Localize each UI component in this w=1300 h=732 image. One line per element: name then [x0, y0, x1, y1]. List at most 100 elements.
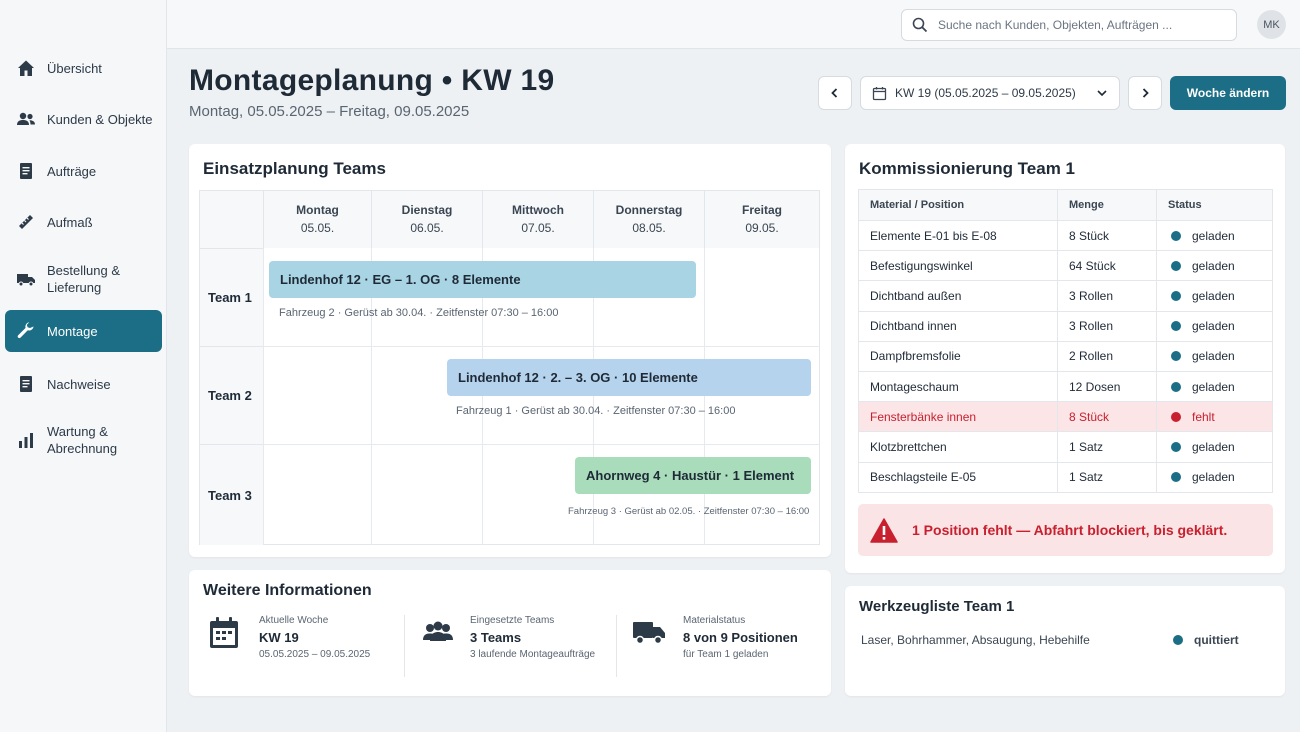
top-bar: MK: [167, 0, 1300, 49]
status-cell: geladen: [1156, 250, 1273, 282]
calendar-icon: [872, 86, 887, 101]
day-date: 06.05.: [410, 221, 444, 235]
material-cell: Dichtband außen: [858, 280, 1058, 312]
table-row[interactable]: Dichtband außen 3 Rollen geladen: [858, 280, 1273, 312]
sidebar-item-label: Montage: [47, 323, 98, 339]
day-date: 05.05.: [300, 221, 335, 235]
assignment-meta: Fahrzeug 1 · Gerüst ab 30.04. · Zeitfens…: [456, 405, 736, 417]
day-header-donnerstag: Donnerstag 08.05.: [593, 191, 704, 248]
status-cell: geladen: [1156, 219, 1273, 252]
next-week-button[interactable]: [1128, 76, 1162, 110]
sidebar-item-nachweise[interactable]: Nachweise: [5, 368, 162, 400]
sidebar-item-bestellung[interactable]: Bestellung & Lieferung: [5, 258, 162, 300]
day-name: Dienstag: [401, 203, 453, 217]
sidebar-item-montage[interactable]: Montage: [5, 310, 162, 352]
status-dot: [1171, 260, 1181, 271]
material-cell: Montageschaum: [858, 370, 1058, 403]
column-header: Status: [1156, 189, 1273, 221]
table-row[interactable]: Elemente E-01 bis E-08 8 Stück geladen: [858, 219, 1273, 252]
status-dot: [1171, 230, 1181, 241]
table-row[interactable]: Dampfbremsfolie 2 Rollen geladen: [858, 340, 1273, 372]
table-row[interactable]: Montageschaum 12 Dosen geladen: [858, 370, 1273, 403]
status-cell: geladen: [1156, 340, 1273, 372]
truck-icon: [631, 615, 667, 651]
quantity-cell: 1 Satz: [1057, 431, 1157, 463]
avatar[interactable]: MK: [1257, 10, 1286, 39]
material-cell: Dichtband innen: [858, 310, 1058, 342]
tools-title: Werkzeugliste Team 1: [859, 598, 1015, 615]
table-header-row: Material / Position Menge Status: [858, 189, 1273, 221]
table-row[interactable]: Beschlagsteile E-05 1 Satz geladen: [858, 461, 1273, 493]
status-text: geladen: [1192, 379, 1235, 394]
material-table: Material / Position Menge Status Element…: [858, 189, 1273, 493]
assignment-bar-team-1[interactable]: Lindenhof 12 · EG – 1. OG · 8 Elemente: [269, 261, 696, 298]
chevron-down-icon: [1095, 86, 1109, 100]
material-cell: Klotzbrettchen: [858, 431, 1058, 463]
sidebar-item-wartung[interactable]: Wartung & Abrechnung: [5, 419, 162, 461]
sidebar-item-auftraege[interactable]: Aufträge: [5, 155, 162, 187]
calendar-icon: [206, 615, 242, 651]
chevron-right-icon: [1139, 87, 1151, 99]
column-header: Material / Position: [858, 189, 1058, 221]
grid-line: [200, 346, 820, 347]
chevron-left-icon: [829, 87, 841, 99]
day-header-mittwoch: Mittwoch 07.05.: [482, 191, 593, 248]
week-select[interactable]: KW 19 (05.05.2025 – 09.05.2025): [860, 76, 1120, 110]
status-cell: geladen: [1156, 280, 1273, 312]
info-detail: 05.05.2025 – 09.05.2025: [259, 649, 371, 660]
schedule-grid: Montag 05.05. Dienstag 06.05. Mittwoch 0…: [199, 190, 820, 545]
material-cell: Beschlagsteile E-05: [858, 461, 1058, 493]
sidebar-item-aufmass[interactable]: Aufmaß: [5, 206, 162, 238]
team-label: Team 1: [200, 248, 263, 346]
week-select-value: KW 19 (05.05.2025 – 09.05.2025): [895, 86, 1076, 100]
grid-line: [200, 444, 820, 445]
search-box[interactable]: [901, 9, 1237, 41]
quantity-cell: 12 Dosen: [1057, 370, 1157, 403]
info-value: 3 Teams: [470, 630, 522, 645]
assignment-meta: Fahrzeug 3 · Gerüst ab 02.05. · Zeitfens…: [568, 506, 810, 517]
info-material-status: Materialstatus 8 von 9 Positionen für Te…: [631, 615, 798, 660]
schedule-title: Einsatzplanung Teams: [203, 159, 386, 178]
material-cell: Befestigungswinkel: [858, 250, 1058, 282]
day-header-montag: Montag 05.05.: [263, 191, 371, 248]
sidebar-item-label: Bestellung & Lieferung: [47, 263, 120, 295]
bar-chart-icon: [15, 429, 37, 451]
document-icon: [15, 160, 37, 182]
info-title: Weitere Informationen: [203, 582, 372, 599]
day-name: Freitag: [741, 203, 782, 217]
previous-week-button[interactable]: [818, 76, 852, 110]
assignment-bar-team-3[interactable]: Ahornweg 4 · Haustür · 1 Element: [575, 457, 811, 494]
day-date: 08.05.: [632, 221, 666, 235]
table-row[interactable]: Befestigungswinkel 64 Stück geladen: [858, 250, 1273, 282]
sidebar-item-label: Kunden & Objekte: [47, 111, 153, 127]
column-header: Menge: [1057, 189, 1157, 221]
assignment-bar-team-2[interactable]: Lindenhof 12 · 2. – 3. OG · 10 Elemente: [447, 359, 811, 396]
table-row[interactable]: Klotzbrettchen 1 Satz geladen: [858, 431, 1273, 463]
status-dot: [1171, 411, 1181, 422]
status-text: quittiert: [1194, 633, 1239, 647]
day-name: Donnerstag: [615, 203, 683, 217]
change-week-button[interactable]: Woche ändern: [1170, 76, 1286, 110]
table-row-missing[interactable]: Fensterbänke innen 8 Stück fehlt: [858, 401, 1273, 433]
team-label: Team 3: [200, 444, 263, 545]
people-icon: [15, 108, 37, 130]
quantity-cell: 1 Satz: [1057, 461, 1157, 493]
sidebar-item-label: Nachweise: [47, 376, 111, 392]
tools-card: Werkzeugliste Team 1 Laser, Bohrhammer, …: [845, 586, 1285, 696]
search-input[interactable]: [938, 18, 1218, 32]
missing-position-alert: 1 Position fehlt — Abfahrt blockiert, bi…: [858, 504, 1273, 556]
status-dot: [1171, 381, 1181, 392]
sidebar-item-kunden[interactable]: Kunden & Objekte: [5, 103, 162, 135]
table-row[interactable]: Dichtband innen 3 Rollen geladen: [858, 310, 1273, 342]
status-dot: [1171, 290, 1181, 301]
info-label: Materialstatus: [683, 615, 746, 626]
status-dot: [1173, 635, 1183, 645]
quantity-cell: 3 Rollen: [1057, 310, 1157, 342]
day-name: Montag: [296, 203, 339, 217]
quantity-cell: 8 Stück: [1057, 401, 1157, 433]
status-dot: [1171, 472, 1181, 483]
sidebar-item-uebersicht[interactable]: Übersicht: [5, 52, 162, 84]
status-cell: geladen: [1156, 310, 1273, 342]
info-detail: für Team 1 geladen: [683, 649, 769, 660]
status-text: geladen: [1192, 319, 1235, 334]
